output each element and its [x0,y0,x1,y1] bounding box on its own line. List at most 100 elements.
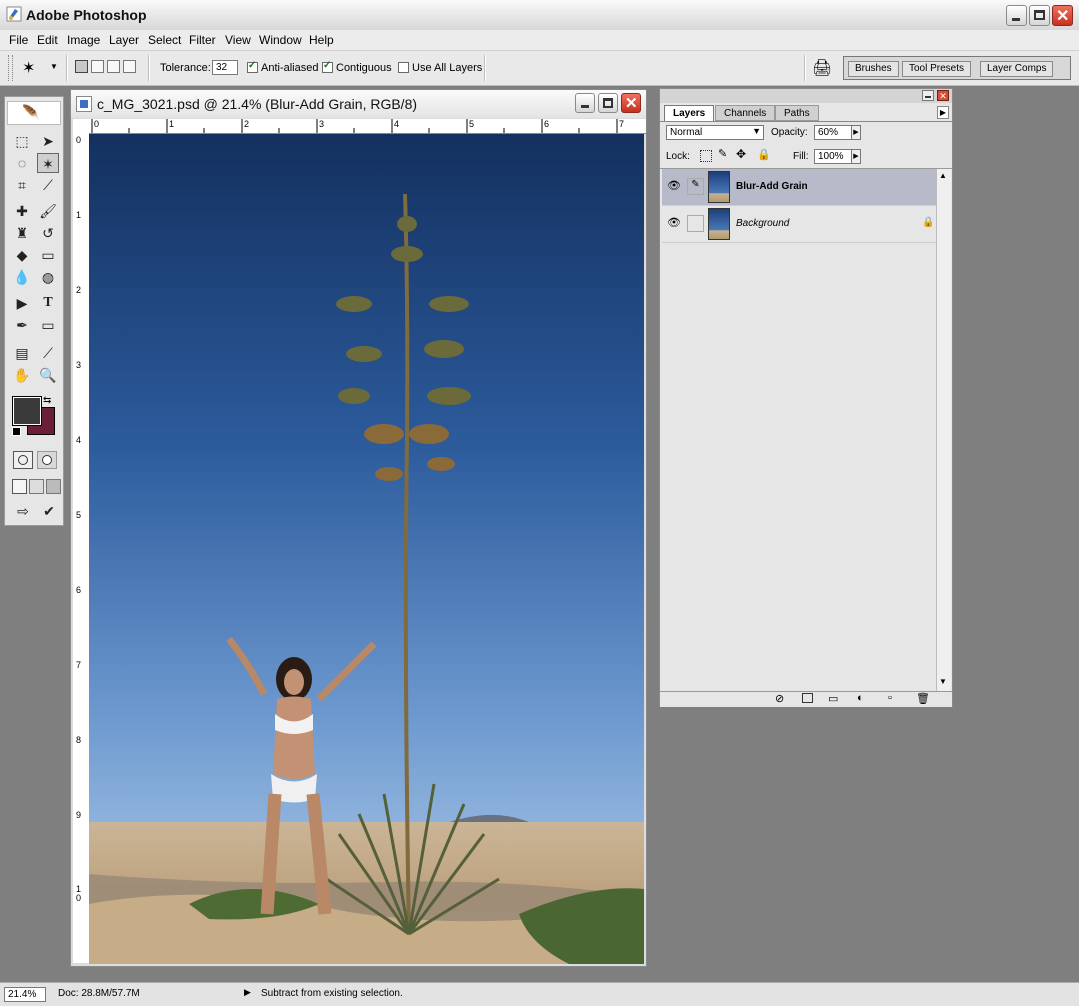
menu-file[interactable]: File [9,33,28,47]
gradient-tool-icon[interactable]: ▭ [37,245,59,265]
menu-edit[interactable]: Edit [37,33,58,47]
full-screen-menu-mode-icon[interactable] [29,479,44,494]
notes-tool-icon[interactable]: ▤ [11,343,33,363]
lock-transparency-icon[interactable] [700,150,712,162]
quick-mask-button[interactable] [37,451,57,469]
fill-slider-button[interactable]: ▶ [851,149,861,164]
zoom-tool-icon[interactable]: 🔍 [37,365,59,385]
menu-window[interactable]: Window [259,33,302,47]
tab-paths[interactable]: Paths [775,105,819,121]
scroll-up-icon[interactable]: ▲ [939,171,947,180]
use-all-layers-checkbox[interactable] [398,62,409,73]
palette-close-button[interactable]: ✕ [937,90,949,101]
intersect-selection-icon[interactable] [123,60,136,73]
subtract-from-selection-icon[interactable] [107,60,120,73]
magic-wand-tool-icon[interactable]: ✶ [37,153,59,173]
history-brush-tool-icon[interactable]: ↺ [37,223,59,243]
menu-view[interactable]: View [225,33,251,47]
new-layer-icon[interactable]: ▫ [888,692,892,704]
document-maximize-button[interactable] [598,93,618,113]
document-close-button[interactable]: ✕ [621,93,641,113]
magic-wand-icon[interactable]: ✶ [22,58,35,78]
add-to-selection-icon[interactable] [91,60,104,73]
slice-tool-icon[interactable]: ⟋ [37,175,59,195]
layer-name[interactable]: Blur-Add Grain [736,181,808,192]
standard-mode-button[interactable] [13,451,33,469]
hand-tool-icon[interactable]: ✋ [11,365,33,385]
layer-name[interactable]: Background [736,218,789,229]
layer-style-icon[interactable]: ⊘ [775,692,784,705]
adjustment-layer-icon[interactable]: ◐ [857,692,864,704]
palette-menu-button[interactable]: ▶ [937,106,949,119]
link-box-icon[interactable] [687,215,704,232]
type-tool-icon[interactable]: T [37,293,59,313]
blend-mode-select[interactable]: Normal ▼ [666,125,764,140]
lock-all-icon[interactable]: 🔒 [757,148,771,161]
eye-icon[interactable]: 👁 [666,179,682,195]
file-browser-icon[interactable]: 🖨 [812,58,832,78]
minimize-button[interactable] [1006,5,1027,26]
eye-icon[interactable]: 👁 [666,216,682,232]
fill-input[interactable] [814,149,852,164]
lasso-tool-icon[interactable]: ◌ [11,153,33,173]
status-menu-arrow-icon[interactable]: ▶ [244,987,251,998]
anti-aliased-checkbox[interactable] [247,60,258,73]
lock-image-brush-icon[interactable]: ✎ [718,147,727,160]
image-canvas[interactable] [89,134,644,964]
layers-scrollbar[interactable]: ▲ ▼ [936,169,951,691]
ruler-origin[interactable] [73,119,90,134]
menu-select[interactable]: Select [148,33,181,47]
rectangle-tool-icon[interactable]: ▭ [37,315,59,335]
opacity-input[interactable] [814,125,852,140]
brushes-tab[interactable]: Brushes [848,61,899,77]
default-colors-icon[interactable] [12,427,21,436]
move-tool-icon[interactable]: ➤ [37,131,59,151]
brush-link-icon[interactable]: ✎ [687,178,704,195]
marquee-tool-icon[interactable]: ⬚ [11,131,33,151]
healing-brush-tool-icon[interactable]: ✚ [11,201,33,221]
foreground-color-swatch[interactable] [12,396,42,426]
new-group-folder-icon[interactable]: ▭ [828,692,838,705]
path-selection-tool-icon[interactable]: ▶ [11,293,33,313]
eyedropper-tool-icon[interactable]: ⟋ [37,343,59,363]
vertical-ruler[interactable]: 0 1 2 3 4 5 6 7 8 9 1 0 [73,133,90,963]
layer-comps-tab[interactable]: Layer Comps [980,61,1054,77]
palette-minimize-button[interactable] [922,90,934,101]
options-bar-grip[interactable] [8,55,13,81]
horizontal-ruler[interactable]: 0 1 2 3 4 5 6 7 [89,119,646,134]
menu-layer[interactable]: Layer [109,33,139,47]
menu-filter[interactable]: Filter [189,33,216,47]
jump-to-imageready-icon[interactable]: ⇨ [12,501,34,521]
close-button[interactable]: ✕ [1052,5,1073,26]
zoom-input[interactable] [4,987,46,1002]
tab-layers[interactable]: Layers [664,105,715,121]
crop-tool-icon[interactable]: ⌗ [11,175,33,195]
layer-row-background[interactable]: 👁 Background 🔒 [662,206,937,243]
blur-tool-icon[interactable]: 💧 [11,267,33,287]
swap-colors-icon[interactable]: ⇆ [43,395,51,406]
eraser-tool-icon[interactable]: ◆ [11,245,33,265]
layer-row-blur-add-grain[interactable]: 👁 ✎ Blur-Add Grain [662,169,937,206]
tab-channels[interactable]: Channels [715,105,776,121]
clone-stamp-tool-icon[interactable]: ♜ [11,223,33,243]
dodge-tool-icon[interactable]: ◍ [37,267,59,287]
document-title-bar[interactable]: c_MG_3021.psd @ 21.4% (Blur-Add Grain, R… [71,90,646,118]
edit-in-imageready-icon[interactable]: ✔ [38,501,60,521]
opacity-slider-button[interactable]: ▶ [851,125,861,140]
maximize-button[interactable] [1029,5,1050,26]
tool-presets-tab[interactable]: Tool Presets [902,61,972,77]
lock-position-icon[interactable]: ✥ [736,147,746,161]
layer-mask-icon[interactable] [802,693,813,703]
full-screen-mode-icon[interactable] [46,479,61,494]
tool-preset-dropdown-icon[interactable]: ▼ [50,62,58,71]
adobe-online-button[interactable]: 🪶 [7,101,61,125]
standard-screen-mode-icon[interactable] [12,479,27,494]
scroll-down-icon[interactable]: ▼ [939,677,947,686]
menu-help[interactable]: Help [309,33,334,47]
layers-palette-titlebar[interactable]: ✕ [660,89,952,103]
new-selection-icon[interactable] [75,60,88,73]
pen-tool-icon[interactable]: ✒ [11,315,33,335]
trash-icon[interactable]: 🗑 [916,692,930,705]
menu-image[interactable]: Image [67,33,100,47]
document-minimize-button[interactable] [575,93,595,113]
